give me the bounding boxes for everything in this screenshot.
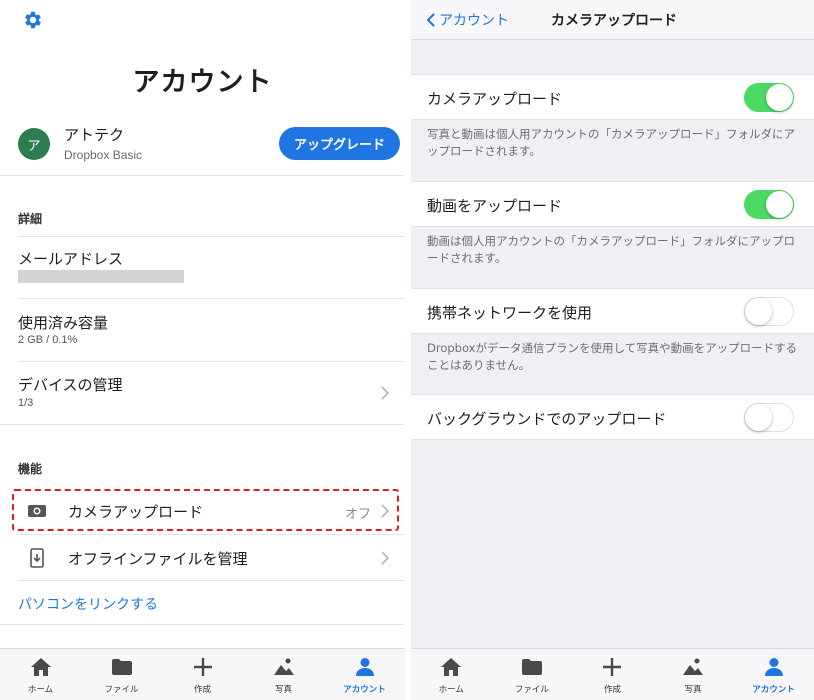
chevron-right-icon bbox=[380, 504, 390, 518]
tab-label: ファイル bbox=[514, 685, 549, 695]
email-label: メールアドレス bbox=[18, 250, 124, 268]
devices-label: デバイスの管理 bbox=[18, 376, 123, 394]
camera-icon bbox=[27, 501, 47, 521]
setting-label: 携帯ネットワークを使用 bbox=[427, 304, 593, 322]
video-upload-toggle[interactable] bbox=[744, 190, 794, 219]
divider bbox=[0, 175, 405, 176]
upgrade-button[interactable]: アップグレード bbox=[279, 127, 400, 160]
setting-camera-upload: カメラアップロード bbox=[411, 74, 814, 120]
details-section-label: 詳細 bbox=[18, 212, 43, 226]
divider bbox=[18, 298, 405, 299]
tab-account[interactable]: アカウント bbox=[324, 649, 405, 700]
tab-label: ホーム bbox=[438, 685, 464, 695]
cellular-toggle[interactable] bbox=[744, 297, 794, 326]
settings-gear-icon[interactable] bbox=[22, 9, 44, 31]
setting-note: Dropboxがデータ通信プランを使用して写真や動画をアップロードすることはあり… bbox=[427, 341, 798, 372]
setting-video-upload: 動画をアップロード bbox=[411, 181, 814, 227]
bottom-tab-bar: ホーム ファイル 作成 写真 アカウント bbox=[0, 648, 405, 700]
offline-file-icon bbox=[27, 548, 47, 568]
setting-label: カメラアップロード bbox=[427, 90, 563, 108]
background-upload-toggle[interactable] bbox=[744, 403, 794, 432]
photo-icon bbox=[273, 658, 294, 675]
setting-label: バックグラウンドでのアップロード bbox=[427, 410, 667, 428]
features-section-label: 機能 bbox=[18, 462, 43, 476]
tab-label: 作成 bbox=[603, 685, 621, 695]
profile-plan: Dropbox Basic bbox=[64, 148, 143, 162]
person-icon bbox=[764, 658, 783, 676]
profile-name: アトテク bbox=[64, 126, 125, 144]
photo-icon bbox=[683, 658, 704, 675]
tab-label: ホーム bbox=[27, 685, 54, 695]
nav-title: カメラアップロード bbox=[551, 13, 677, 29]
plus-icon bbox=[193, 658, 212, 676]
avatar: ア bbox=[18, 128, 50, 160]
setting-note: 動画は個人用アカウントの「カメラアップロード」フォルダにアップロードされます。 bbox=[427, 234, 795, 265]
tab-files[interactable]: ファイル bbox=[81, 649, 162, 700]
toggle-knob bbox=[745, 404, 772, 431]
divider bbox=[18, 580, 405, 581]
tab-label: ファイル bbox=[104, 685, 139, 695]
tab-create[interactable]: 作成 bbox=[162, 649, 243, 700]
camera-upload-screen: アカウント カメラアップロード カメラアップロード 写真と動画は個人用アカウント… bbox=[411, 0, 814, 700]
tab-home[interactable]: ホーム bbox=[0, 649, 81, 700]
divider bbox=[0, 424, 405, 425]
storage-label: 使用済み容量 bbox=[18, 314, 109, 332]
setting-label: 動画をアップロード bbox=[427, 197, 563, 215]
tab-label: アカウント bbox=[752, 685, 795, 695]
tab-label: 作成 bbox=[193, 685, 211, 695]
setting-cellular: 携帯ネットワークを使用 bbox=[411, 288, 814, 334]
plus-icon bbox=[603, 658, 622, 676]
divider bbox=[18, 236, 405, 237]
person-icon bbox=[355, 658, 374, 676]
devices-value: 1/3 bbox=[18, 397, 34, 409]
home-icon bbox=[30, 658, 51, 676]
folder-icon bbox=[521, 659, 542, 675]
toggle-knob bbox=[745, 298, 772, 325]
page-title: アカウント bbox=[132, 67, 273, 98]
nav-bar: アカウント カメラアップロード bbox=[411, 0, 814, 40]
divider bbox=[18, 361, 405, 362]
tab-label: 写真 bbox=[274, 685, 292, 695]
account-screen: アカウント ア アトテク Dropbox Basic アップグレード 詳細 メー… bbox=[0, 0, 405, 700]
bottom-tab-bar: ホーム ファイル 作成 写真 アカウント bbox=[411, 648, 814, 700]
toggle-knob bbox=[766, 191, 793, 218]
profile-row: ア アトテク Dropbox Basic アップグレード bbox=[0, 118, 405, 174]
tab-photos[interactable]: 写真 bbox=[243, 649, 324, 700]
divider bbox=[18, 534, 405, 535]
storage-value: 2 GB / 0.1% bbox=[18, 334, 78, 346]
divider bbox=[0, 624, 405, 625]
camera-upload-row[interactable]: カメラアップロード オフ bbox=[0, 489, 405, 533]
tab-label: アカウント bbox=[343, 685, 386, 695]
folder-icon bbox=[111, 659, 132, 675]
tab-photos[interactable]: 写真 bbox=[653, 649, 734, 700]
tab-account[interactable]: アカウント bbox=[733, 649, 814, 700]
tab-create[interactable]: 作成 bbox=[572, 649, 653, 700]
setting-background-upload: バックグラウンドでのアップロード bbox=[411, 394, 814, 440]
home-icon bbox=[441, 658, 462, 676]
setting-note: 写真と動画は個人用アカウントの「カメラアップロード」フォルダにアップロードされま… bbox=[427, 127, 795, 158]
link-pc-link[interactable]: パソコンをリンクする bbox=[18, 594, 158, 614]
chevron-right-icon bbox=[380, 551, 390, 565]
tab-home[interactable]: ホーム bbox=[411, 649, 492, 700]
chevron-right-icon bbox=[380, 386, 390, 400]
offline-files-row[interactable]: オフラインファイルを管理 bbox=[0, 536, 405, 580]
camera-upload-label: カメラアップロード bbox=[68, 503, 204, 521]
tab-files[interactable]: ファイル bbox=[492, 649, 573, 700]
toggle-knob bbox=[766, 84, 793, 111]
email-value-redacted bbox=[18, 270, 184, 283]
offline-files-label: オフラインファイルを管理 bbox=[68, 550, 248, 568]
tab-label: 写真 bbox=[684, 685, 702, 695]
camera-upload-status: オフ bbox=[344, 507, 371, 522]
camera-upload-toggle[interactable] bbox=[744, 83, 794, 112]
